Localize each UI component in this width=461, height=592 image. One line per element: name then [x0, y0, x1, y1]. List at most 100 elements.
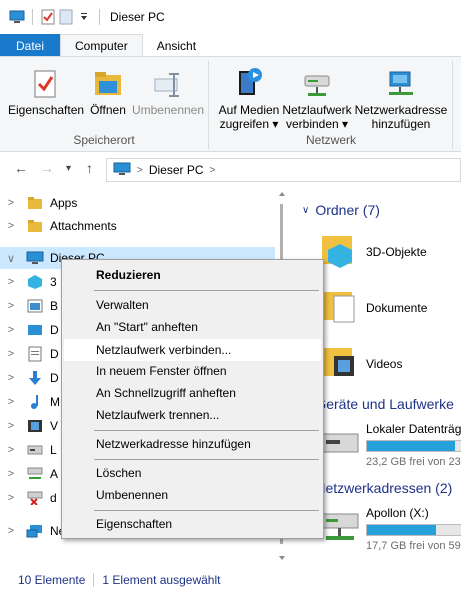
folder-item-documents[interactable]: Dokumente — [320, 286, 427, 329]
chevron-right-icon[interactable]: > — [0, 444, 22, 456]
nav-subitem-label: 3 — [50, 275, 57, 289]
chevron-right-icon[interactable]: > — [0, 420, 22, 432]
nav-subitem-label: V — [50, 419, 59, 433]
nav-subitem-label: L — [50, 443, 57, 457]
add-location-line2: hinzufügen — [371, 117, 431, 131]
menu-item-collapse[interactable]: Reduzieren — [64, 264, 321, 286]
menu-item-open-new-window[interactable]: In neuem Fenster öffnen — [64, 360, 321, 382]
nav-subitem-label: D — [50, 371, 59, 385]
folder-icon — [26, 195, 44, 211]
new-folder-icon[interactable] — [57, 9, 75, 25]
computer-icon[interactable] — [8, 9, 26, 25]
videos-icon — [26, 418, 44, 434]
menu-item-delete[interactable]: Löschen — [64, 462, 321, 484]
menu-item-manage[interactable]: Verwalten — [64, 294, 321, 316]
properties-label: Eigenschaften — [8, 103, 85, 117]
ribbon-group-network: Auf Medien zugreifen ▾ Netzlaufwerk verb… — [209, 57, 453, 153]
group-header-network[interactable]: ∨ Netzwerkadressen (2) — [302, 480, 452, 496]
chevron-right-icon[interactable]: > — [0, 348, 22, 360]
properties-button[interactable]: Eigenschaften — [8, 63, 85, 117]
status-bar: 10 Elemente 1 Element ausgewählt — [0, 568, 461, 592]
nav-item-label: Attachments — [50, 219, 117, 233]
menu-separator — [94, 510, 319, 511]
back-arrow-icon[interactable]: ← — [14, 160, 28, 176]
open-button[interactable]: Öffnen — [86, 63, 130, 117]
group-label-network: Netzwerk — [305, 133, 356, 147]
up-arrow-icon[interactable]: ↑ — [86, 160, 93, 176]
chevron-right-icon[interactable]: > — [0, 492, 22, 504]
ribbon-tabs: Datei Computer Ansicht — [0, 34, 461, 57]
drive-local[interactable]: Lokaler Datenträg 23,2 GB frei von 236 — [320, 422, 461, 472]
nav-item-attachments[interactable]: > Attachments — [0, 215, 275, 237]
properties-icon[interactable] — [39, 9, 57, 25]
network-icon — [26, 523, 44, 539]
breadcrumb-item[interactable]: Dieser PC — [149, 163, 204, 177]
tab-computer[interactable]: Computer — [60, 34, 143, 57]
menu-item-add-network-location[interactable]: Netzwerkadresse hinzufügen — [64, 433, 321, 455]
group-header-folders[interactable]: ∨ Ordner (7) — [302, 202, 380, 218]
breadcrumb-chevron-icon[interactable]: > — [210, 165, 216, 176]
network-drive-icon — [279, 63, 355, 99]
quick-access-toolbar — [8, 9, 106, 25]
chevron-right-icon[interactable]: > — [0, 468, 22, 480]
disconnected-drive-icon — [26, 490, 44, 506]
rename-button[interactable]: Umbenennen — [130, 63, 206, 117]
ribbon: Eigenschaften Öffnen Umbenennen Speicher… — [0, 56, 461, 152]
add-network-location-button[interactable]: Netzwerkadresse hinzufügen — [353, 63, 449, 131]
menu-item-pin-quick-access[interactable]: An Schnellzugriff anheften — [64, 382, 321, 404]
network-drive-icon — [26, 466, 44, 482]
map-network-drive-button[interactable]: Netzlaufwerk verbinden ▾ — [279, 63, 355, 131]
selection-count: 1 Element ausgewählt — [102, 573, 221, 587]
drive-name: Apollon (X:) — [366, 506, 429, 520]
group-title: Netzwerkadressen (2) — [315, 480, 453, 496]
address-box[interactable]: > Dieser PC > — [106, 158, 461, 182]
chevron-right-icon[interactable]: > — [0, 300, 22, 312]
tab-file[interactable]: Datei — [0, 34, 61, 57]
drive-usage-bar — [366, 524, 461, 536]
nav-subitem-label: M — [50, 395, 60, 409]
open-label: Öffnen — [90, 103, 126, 117]
chevron-down-icon[interactable]: ∨ — [0, 252, 22, 265]
nav-subitem-label: B — [50, 299, 59, 313]
documents-folder-icon — [320, 286, 360, 329]
chevron-right-icon[interactable]: > — [0, 525, 22, 537]
chevron-right-icon[interactable]: > — [0, 197, 22, 209]
menu-item-rename[interactable]: Umbenennen — [64, 484, 321, 506]
rename-label: Umbenennen — [131, 103, 205, 117]
chevron-right-icon[interactable]: > — [0, 220, 22, 232]
folder-label: Dokumente — [366, 300, 428, 315]
network-location-icon — [353, 63, 449, 99]
access-media-button[interactable]: Auf Medien zugreifen ▾ — [213, 63, 285, 131]
menu-item-pin-to-start[interactable]: An "Start" anheften — [64, 316, 321, 338]
group-label-location: Speicherort — [73, 133, 135, 147]
folder-label: 3D-Objekte — [366, 244, 427, 259]
menu-separator — [94, 459, 319, 460]
chevron-right-icon[interactable]: > — [0, 276, 22, 288]
chevron-right-icon[interactable]: > — [0, 372, 22, 384]
computer-icon — [26, 250, 44, 266]
tab-view[interactable]: Ansicht — [143, 34, 210, 57]
menu-item-properties[interactable]: Eigenschaften — [64, 513, 321, 535]
chevron-right-icon[interactable]: > — [0, 324, 22, 336]
nav-item-apps[interactable]: > Apps — [0, 192, 275, 214]
group-header-devices[interactable]: ∨ Geräte und Laufwerke — [302, 396, 454, 412]
videos-folder-icon — [320, 342, 360, 385]
drive-usage-fill — [367, 525, 436, 535]
menu-item-disconnect-network-drive[interactable]: Netzlaufwerk trennen... — [64, 404, 321, 426]
rename-icon — [130, 63, 206, 99]
properties-icon — [8, 63, 82, 99]
open-folder-icon — [86, 63, 130, 99]
menu-item-map-network-drive[interactable]: Netzlaufwerk verbinden... — [64, 339, 321, 361]
chevron-right-icon[interactable]: > — [0, 396, 22, 408]
chevron-down-icon[interactable] — [75, 9, 93, 25]
map-drive-line1: Netzlaufwerk — [282, 103, 352, 117]
nav-subitem-label: D — [50, 347, 59, 361]
folder-item-3d-objects[interactable]: 3D-Objekte — [320, 230, 427, 273]
breadcrumb-chevron-icon[interactable]: > — [137, 165, 143, 176]
chevron-down-icon[interactable]: ∨ — [302, 205, 309, 216]
folder-item-videos[interactable]: Videos — [320, 342, 402, 385]
forward-arrow-icon[interactable]: → — [40, 160, 54, 176]
drive-network[interactable]: Apollon (X:) 17,7 GB frei von 59 — [320, 506, 461, 556]
drive-usage-fill — [367, 441, 456, 451]
recent-chevron-icon[interactable]: ▾ — [66, 163, 71, 174]
